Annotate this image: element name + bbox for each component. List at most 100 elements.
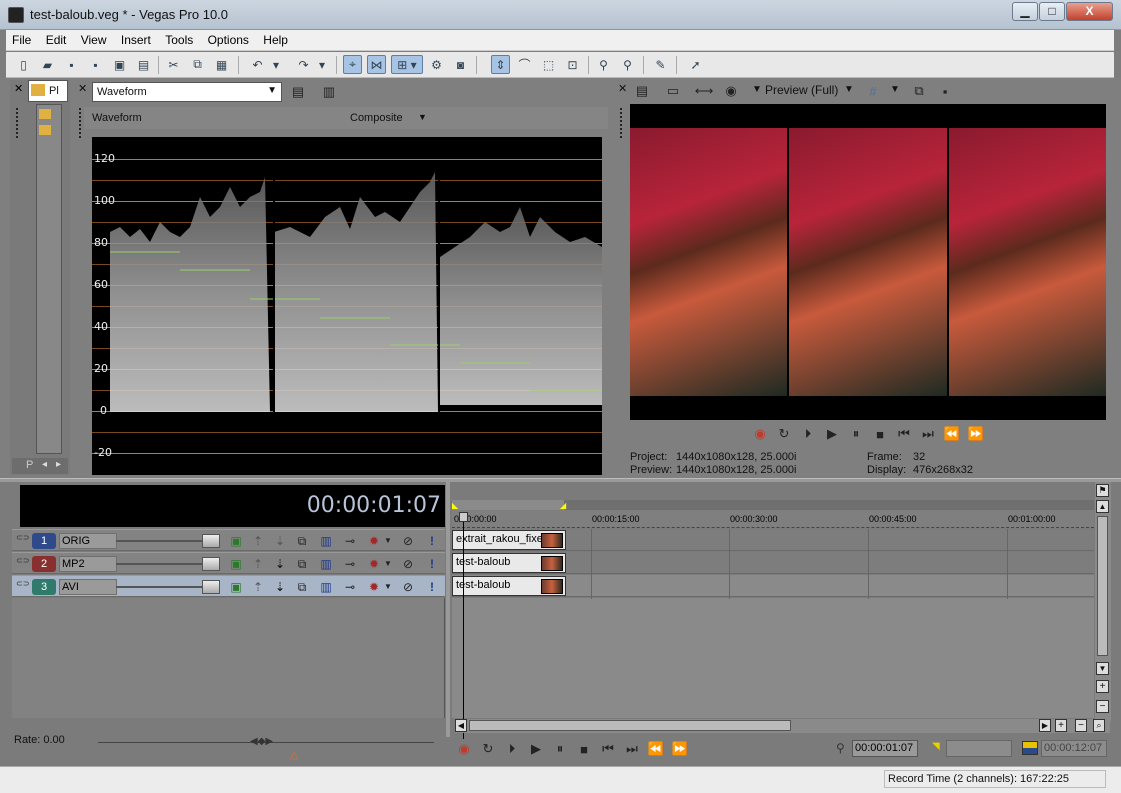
bypass-icon[interactable]: ⊸ (342, 533, 358, 549)
track-header-2[interactable]: ⊂⊃ 2 MP2 ▣ ⇡ ⇣ ⧉ ▥ ⊸ ✹ ▼ ⊘ ! (12, 552, 445, 574)
mute-icon[interactable]: ⊘ (400, 556, 416, 572)
copy-snapshot-icon[interactable]: ⧉ (910, 82, 928, 100)
composite-mode-icon[interactable]: ▥ (318, 556, 334, 572)
scope-type-dropdown[interactable]: Waveform ▼ (92, 82, 282, 102)
zoom-in-icon[interactable]: + (1055, 719, 1067, 732)
properties-icon[interactable]: ▤ (134, 55, 153, 74)
track-name[interactable]: ORIG (59, 533, 117, 549)
horizontal-scrollbar[interactable]: ◀ ▶ + − ⌕ (455, 719, 1110, 733)
normal-edit-tool-icon[interactable]: ⇕ (491, 55, 510, 74)
play-from-start-icon[interactable]: ⏵ (798, 424, 818, 444)
split-screen-icon[interactable]: ⟷ (695, 82, 714, 100)
play-icon[interactable]: ▶ (526, 739, 546, 759)
upload-icon[interactable]: ⇡ (250, 579, 266, 595)
scope-settings-icon[interactable]: ▤ (289, 83, 307, 101)
composite-mode-icon[interactable]: ▥ (318, 579, 334, 595)
go-to-start-icon[interactable]: ⏮ (894, 424, 914, 444)
menu-edit[interactable]: Edit (40, 30, 72, 47)
scroll-left-icon[interactable]: ◀ (455, 719, 467, 732)
previous-frame-icon[interactable]: ⏪ (942, 424, 962, 444)
track-level-slider[interactable] (116, 563, 216, 565)
timeline-ruler[interactable]: 0:00:00:00 00:00:15:00 00:00:30:00 00:00… (452, 510, 1094, 528)
zoom-out-icon[interactable]: − (1096, 700, 1109, 713)
stop-icon[interactable]: ■ (870, 424, 890, 444)
track-name[interactable]: MP2 (59, 556, 117, 572)
scope-mode-dropdown[interactable]: Composite (350, 112, 403, 124)
chevron-down-icon[interactable]: ▼ (380, 556, 396, 572)
preview-quality-dropdown[interactable]: Preview (Full) (765, 83, 838, 97)
lock-envelopes-icon[interactable]: ⚙ (427, 55, 446, 74)
explorer-bottom-tab[interactable]: P (26, 459, 33, 471)
scroll-right-icon[interactable]: ▸ (56, 459, 61, 470)
loop-start-marker-icon[interactable]: ◣ (452, 501, 458, 510)
chevron-down-icon[interactable]: ▼ (890, 84, 900, 95)
playhead-handle[interactable] (459, 512, 468, 522)
loop-icon[interactable]: ↻ (478, 739, 498, 759)
scroll-left-icon[interactable]: ◂ (42, 459, 47, 470)
scroll-thumb[interactable] (469, 720, 791, 731)
menu-tools[interactable]: Tools (159, 30, 198, 47)
timeline-empty-area[interactable] (452, 598, 1094, 718)
zoom-tool-icon[interactable]: ⌕ (1093, 719, 1105, 732)
motion-icon[interactable]: ▣ (228, 556, 244, 572)
track-splitter[interactable] (446, 482, 450, 737)
menu-file[interactable]: File (6, 30, 36, 47)
marker-flag-icon[interactable]: ⚑ (1096, 484, 1109, 497)
download-icon[interactable]: ⇣ (272, 533, 288, 549)
panel-grip[interactable] (79, 108, 83, 138)
minimize-button[interactable]: ▁ (1012, 2, 1038, 21)
explorer-tab[interactable]: Pl (28, 80, 68, 102)
upload-icon[interactable]: ⇡ (250, 556, 266, 572)
event-clip[interactable]: test-baloub (452, 576, 566, 596)
undo-dropdown-icon[interactable]: ▾ (270, 55, 282, 74)
loop-region-bar[interactable]: ◣ ◢ (452, 500, 1094, 510)
pause-icon[interactable]: ⏸ (550, 739, 570, 759)
compositing-icon[interactable]: ⧉ (294, 579, 310, 595)
download-icon[interactable]: ⇣ (272, 579, 288, 595)
menu-options[interactable]: Options (202, 30, 254, 47)
track-expand-icon[interactable]: ⊂⊃ (16, 533, 29, 542)
event-clip[interactable]: test-baloub (452, 553, 566, 573)
slider-thumb[interactable] (202, 557, 220, 571)
track-header-3[interactable]: ⊂⊃ 3 AVI ▣ ⇡ ⇣ ⧉ ▥ ⊸ ✹ ▼ ⊘ ! (12, 575, 445, 597)
redo-icon[interactable]: ↷ (294, 55, 313, 74)
slider-thumb[interactable] (202, 580, 220, 594)
auto-crossfade-icon[interactable]: ⋈ (367, 55, 386, 74)
close-preview-panel-icon[interactable]: ✕ (618, 82, 627, 95)
play-icon[interactable]: ▶ (822, 424, 842, 444)
play-from-start-icon[interactable]: ⏵ (502, 739, 522, 759)
rate-thumb-icon[interactable]: ◀◆▶ (250, 736, 273, 747)
track-name[interactable]: AVI (59, 579, 117, 595)
slider-thumb[interactable] (202, 534, 220, 548)
upload-icon[interactable]: ⇡ (250, 533, 266, 549)
track-expand-icon[interactable]: ⊂⊃ (16, 579, 29, 588)
compositing-icon[interactable]: ⧉ (294, 556, 310, 572)
paste-icon[interactable]: ▦ (212, 55, 231, 74)
bypass-icon[interactable]: ⊸ (342, 556, 358, 572)
bypass-icon[interactable]: ⊸ (342, 579, 358, 595)
preview-properties-icon[interactable]: ▤ (633, 82, 651, 100)
new-file-icon[interactable]: ▯ (14, 55, 33, 74)
snapping-icon[interactable]: ⌖ (343, 55, 362, 74)
next-frame-icon[interactable]: ⏩ (966, 424, 986, 444)
event-clip[interactable]: extrait_rakou_fixed (452, 530, 566, 550)
composite-mode-icon[interactable]: ▥ (318, 533, 334, 549)
help-pointer-icon[interactable]: ➚ (686, 55, 705, 74)
scroll-up-icon[interactable]: ▲ (1096, 500, 1109, 513)
selection-tool-icon[interactable]: ⬚ (539, 55, 558, 74)
previous-frame-icon[interactable]: ⏪ (646, 739, 666, 759)
cursor-time-field[interactable]: 00:00:01:07 (852, 740, 918, 757)
go-to-end-icon[interactable]: ⏭ (918, 424, 938, 444)
panel-grip[interactable] (16, 108, 20, 138)
menu-view[interactable]: View (75, 30, 112, 47)
solo-icon[interactable]: ! (424, 556, 440, 572)
undo-icon[interactable]: ↶ (248, 55, 267, 74)
cut-icon[interactable]: ✂ (164, 55, 183, 74)
chevron-down-icon[interactable]: ▼ (752, 84, 762, 95)
track-header-1[interactable]: ⊂⊃ 1 ORIG ▣ ⇡ ⇣ ⧉ ▥ ⊸ ✹ ▼ ⊘ ! (12, 529, 445, 551)
brush-icon[interactable]: ✎ (651, 55, 670, 74)
menu-insert[interactable]: Insert (115, 30, 156, 47)
scroll-thumb[interactable] (1097, 516, 1108, 656)
maximize-button[interactable]: □ (1039, 2, 1065, 21)
zoom-tool-icon[interactable]: ⊡ (563, 55, 582, 74)
